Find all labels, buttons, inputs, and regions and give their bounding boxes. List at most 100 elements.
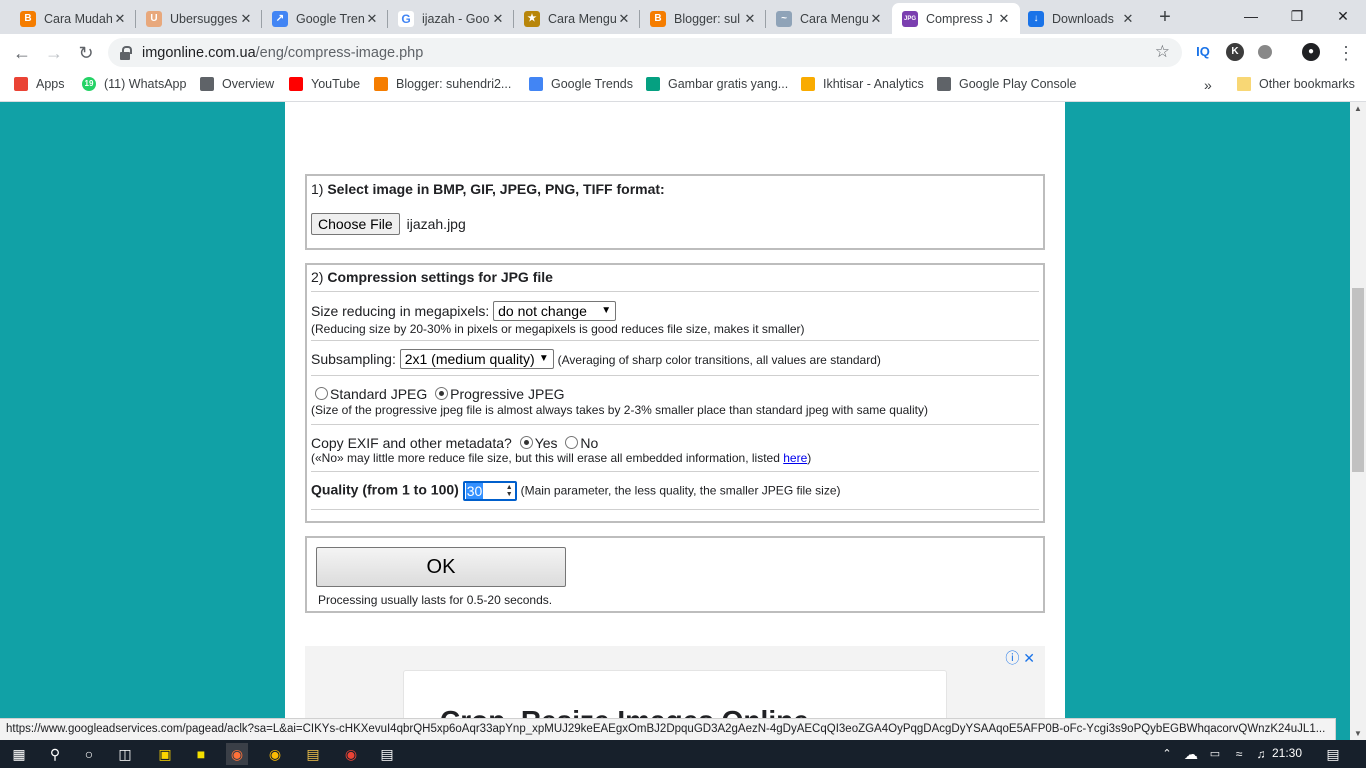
quality-input[interactable]: 30 ▲ ▼ [462,481,517,501]
bookmark-star-icon[interactable]: ☆ [1155,42,1170,62]
menu-icon[interactable]: ⋮ [1334,41,1358,65]
tab-close-icon[interactable]: ✕ [1120,11,1136,27]
tab-8[interactable]: JPG Compress J ✕ [892,3,1020,34]
bookmark-label: Overview [222,77,275,91]
profile-avatar[interactable]: ● [1302,43,1320,61]
progressive-jpeg-radio[interactable] [435,387,449,400]
cortana-icon[interactable]: ○ [78,743,100,765]
tab-close-icon[interactable]: ✕ [490,11,506,27]
reload-icon[interactable]: ↻ [74,41,98,65]
taskbar-clock[interactable]: 21:30 [1272,746,1302,760]
scrollbar-thumb[interactable] [1352,288,1364,472]
battery-icon[interactable]: ▭ [1204,743,1226,765]
notifications-icon[interactable]: ▤ [1322,743,1344,765]
scroll-up-icon[interactable]: ▲ [1354,104,1362,113]
tab-7[interactable]: ~ Cara Mengu ✕ [766,3,892,34]
sticky-notes-icon[interactable]: ■ [190,743,212,765]
subsampling-select[interactable]: 2x1 (medium quality) ▼ [399,349,554,369]
tab-title: Cara Mudah [44,11,112,26]
notepad-icon[interactable]: ▣ [154,743,176,765]
tab-close-icon[interactable]: ✕ [996,11,1012,27]
bookmark-9[interactable]: Google Play Console [937,77,1076,91]
dropdown-arrow-icon: ▼ [601,305,612,316]
maximize-icon[interactable]: ❐ [1274,0,1320,34]
tab-4[interactable]: Gijazah - Goo ✕ [388,3,514,34]
windows-start-icon[interactable]: ▦ [8,743,30,765]
photos-icon[interactable]: ▤ [376,743,398,765]
exif-no-radio[interactable] [565,436,579,449]
tab-1[interactable]: B Cara Mudah ✕ [10,3,136,34]
search-icon[interactable]: ⚲ [44,743,66,765]
bookmark-5[interactable]: Blogger: suhendri2... [374,77,511,91]
standard-jpeg-radio[interactable] [315,387,328,400]
size-reducing-row: Size reducing in megapixels: do not chan… [311,292,1039,341]
other-bookmarks-folder[interactable]: Other bookmarks [1237,77,1355,91]
iq-extension-icon[interactable]: IQ [1194,43,1212,61]
folder-icon [1237,77,1251,91]
scroll-down-icon[interactable]: ▼ [1354,729,1362,738]
tray-chevron-icon[interactable]: ⌃ [1156,743,1178,765]
minimize-icon[interactable]: — [1228,0,1274,34]
tab-close-icon[interactable]: ✕ [112,11,128,27]
ad-banner[interactable]: ⓘ ✕ Crop, Resize Images Online [305,646,1045,720]
lock-icon [120,45,132,60]
tab-9[interactable]: ↓ Downloads ✕ [1018,3,1144,34]
page-scrollbar[interactable]: ▲ ▼ [1350,102,1366,740]
exif-row: Copy EXIF and other metadata? Yes No («N… [311,425,1039,472]
chrome-icon[interactable]: ◉ [264,743,286,765]
bookmark-7[interactable]: Gambar gratis yang... [646,77,788,91]
more-bookmarks-button[interactable]: » [1204,77,1212,93]
jpeg-note: (Size of the progressive jpeg file is al… [311,403,928,417]
tab-close-icon[interactable]: ✕ [868,11,884,27]
bookmark-8[interactable]: Ikhtisar - Analytics [801,77,924,91]
chrome-canary-icon[interactable]: ◉ [340,743,362,765]
exif-yes-radio[interactable] [519,436,533,449]
tab-3[interactable]: ↗ Google Tren ✕ [262,3,388,34]
bookmark-favicon-icon: 19 [82,77,96,91]
tab-close-icon[interactable]: ✕ [364,11,380,27]
tab-close-icon[interactable]: ✕ [238,11,254,27]
wifi-icon[interactable]: ≈ [1228,743,1250,765]
exif-note: («No» may little more reduce file size, … [311,451,811,465]
url-domain: imgonline.com.ua [142,44,256,61]
exif-yes-label: Yes [534,435,558,451]
tab-favicon-icon: U [146,10,162,27]
bookmark-label: (11) WhatsApp [104,77,187,91]
size-select[interactable]: do not change ▼ [493,301,617,321]
new-tab-button[interactable]: + [1154,6,1176,28]
bookmark-6[interactable]: Google Trends [529,77,633,91]
bookmark-label: Google Play Console [959,77,1077,91]
close-window-icon[interactable]: ✕ [1320,0,1366,34]
bookmark-4[interactable]: YouTube [289,77,360,91]
tab-favicon-icon: ↓ [1028,10,1044,27]
ok-button[interactable]: OK [316,547,566,587]
ad-choices-icon[interactable]: ⓘ ✕ [1005,648,1035,668]
volume-icon[interactable]: ♫ [1250,743,1272,765]
exif-here-link[interactable]: here [783,451,807,465]
k-extension-icon[interactable]: K [1226,43,1244,61]
bookmark-1[interactable]: Apps [14,77,65,91]
size-select-value: do not change [498,303,587,319]
extension-circle-icon[interactable] [1258,45,1272,59]
firefox-icon[interactable]: ◉ [226,743,248,765]
tab-6[interactable]: B Blogger: sul ✕ [640,3,766,34]
choose-file-button[interactable]: Choose File [311,213,400,235]
dropdown-arrow-icon: ▼ [538,353,549,364]
ad-card[interactable]: Crop, Resize Images Online [403,670,947,720]
address-bar[interactable]: imgonline.com.ua/eng/compress-image.php … [108,38,1182,67]
section1-number: 1) [311,181,324,197]
tab-title: Google Tren [296,11,364,26]
bookmark-2[interactable]: 19 (11) WhatsApp [82,77,186,91]
task-view-icon[interactable]: ◫ [114,743,136,765]
tab-close-icon[interactable]: ✕ [742,11,758,27]
tab-2[interactable]: U Ubersugges ✕ [136,3,262,34]
spinner-icon[interactable]: ▲ ▼ [506,484,513,498]
bookmark-3[interactable]: Overview [200,77,274,91]
back-icon[interactable]: ← [10,41,34,65]
onedrive-icon[interactable]: ☁ [1180,743,1202,765]
forward-icon[interactable]: → [42,41,66,65]
tab-title: Compress J [926,11,993,26]
tab-5[interactable]: ★ Cara Mengu ✕ [514,3,640,34]
tab-close-icon[interactable]: ✕ [616,11,632,27]
file-explorer-icon[interactable]: ▤ [302,743,324,765]
